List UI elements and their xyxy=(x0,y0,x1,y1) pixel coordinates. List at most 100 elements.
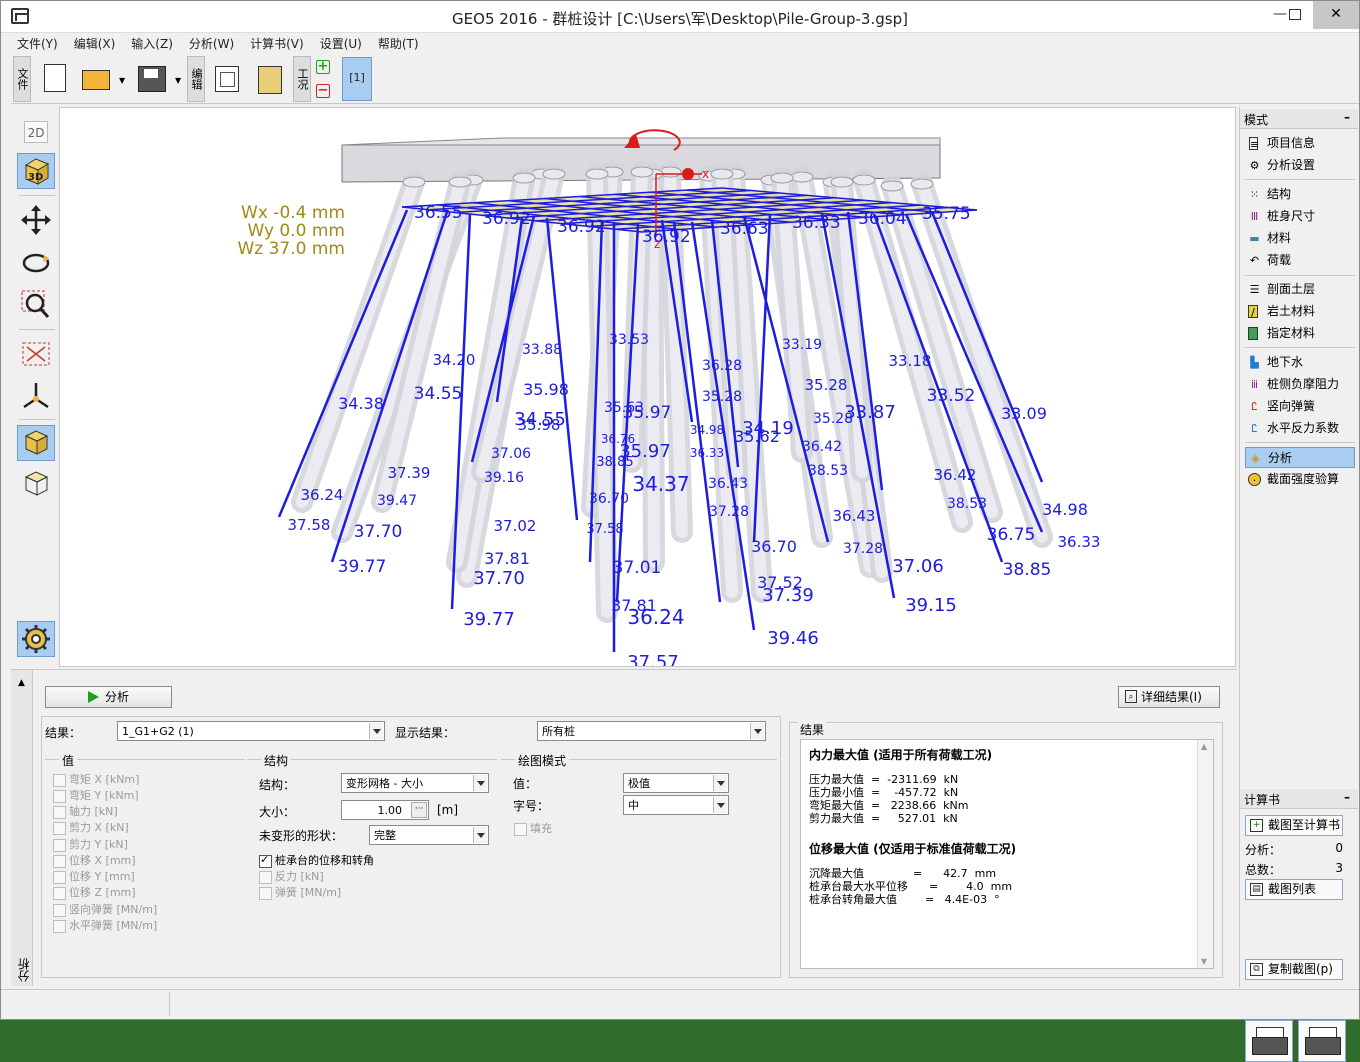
stage-tab-1[interactable]: [1] xyxy=(342,57,372,101)
mode-soils[interactable]: / 岩土材料 xyxy=(1245,301,1355,322)
menu-report[interactable]: 计算书(V) xyxy=(242,33,312,52)
mode-horizontal-modulus[interactable]: Ꮭ 水平反力系数 xyxy=(1245,418,1355,439)
chk-moment-y[interactable]: 弯矩 Y [kNm] xyxy=(53,789,139,805)
mode-negative-friction[interactable]: ⅲ 桩侧负摩阻力 xyxy=(1245,374,1355,395)
analyze-button[interactable]: 分析 xyxy=(45,686,172,708)
menu-analysis[interactable]: 分析(W) xyxy=(181,33,242,52)
scroll-down-icon[interactable]: ▼ xyxy=(1201,957,1207,966)
solid-view-button[interactable] xyxy=(17,425,55,461)
3d-viewport[interactable]: x z Wx -0.4 mm Wy 0.0 mm Wz 37.0 mm 36.55 36.9… xyxy=(59,107,1236,667)
chk-shear-x[interactable]: 剪力 X [kN] xyxy=(53,821,129,837)
results-scrollbar[interactable]: ▲ ▼ xyxy=(1197,740,1213,968)
chk-spring[interactable]: 弹簧 [MN/m] xyxy=(259,886,341,902)
chk-disp-z[interactable]: 位移 Z [mm] xyxy=(53,886,136,902)
displacement-label: Wx -0.4 mm xyxy=(241,203,345,223)
maximize-button[interactable] xyxy=(1283,1,1307,29)
pan-button[interactable] xyxy=(17,203,55,239)
mode-assign-label: 指定材料 xyxy=(1267,326,1316,340)
menu-edit[interactable]: 编辑(X) xyxy=(66,33,124,52)
copy-icon xyxy=(215,66,239,92)
chk-shear-y[interactable]: 剪力 Y [kN] xyxy=(53,838,128,854)
mode-profile[interactable]: ☰ 剖面土层 xyxy=(1245,279,1355,300)
font-size-select[interactable]: 中 xyxy=(623,795,729,815)
pile-head xyxy=(710,168,734,180)
open-dropdown-icon[interactable]: ▼ xyxy=(119,76,125,85)
size-picker-icon[interactable]: ··· xyxy=(411,802,427,818)
mode-material-label: 材料 xyxy=(1267,231,1292,245)
shape-select[interactable]: 完整 xyxy=(369,825,489,845)
mode-assign[interactable]: 指定材料 xyxy=(1245,323,1355,344)
pile-value-label: 39.77 xyxy=(338,557,387,577)
mode-settings[interactable]: ⚙ 分析设置 xyxy=(1245,155,1355,176)
values-group-title: 值 xyxy=(59,752,78,769)
pile-head xyxy=(852,174,876,186)
menu-help[interactable]: 帮助(T) xyxy=(370,33,427,52)
menu-file[interactable]: 文件(Y) xyxy=(9,33,66,52)
mode-project[interactable]: ≡ 项目信息 xyxy=(1245,133,1355,154)
menu-settings[interactable]: 设置(U) xyxy=(312,33,370,52)
print-button[interactable] xyxy=(1245,1020,1293,1062)
mode-section-check-label: 截面强度验算 xyxy=(1267,472,1340,486)
mode-water[interactable]: ▙ 地下水 xyxy=(1245,352,1355,373)
wireframe-view-button[interactable] xyxy=(17,467,55,503)
collapse-arrow-icon[interactable]: ▲ xyxy=(18,678,25,688)
view-2d-button[interactable]: 2D xyxy=(24,121,48,143)
pile-group-scene[interactable]: xzWx -0.4 mmWy 0.0 mmWz 37.0 mm36.55 36.9… xyxy=(60,108,1236,667)
add-picture-button[interactable]: + 截图至计算书 xyxy=(1245,815,1343,836)
rotate-button[interactable] xyxy=(17,245,55,281)
detailed-results-button[interactable]: ⌕ 详细结果(I) xyxy=(1118,686,1220,708)
view-settings-button[interactable] xyxy=(17,621,55,657)
axes-button[interactable] xyxy=(17,379,55,415)
chk-reaction[interactable]: 反力 [kN] xyxy=(259,870,324,886)
mode-vertical-springs[interactable]: Ꮭ 竖向弹簧 xyxy=(1245,396,1355,417)
pile-value-label: 38.85 xyxy=(1003,560,1052,580)
add-stage-icon[interactable]: + xyxy=(316,60,330,74)
document-icon: ≡ xyxy=(1249,137,1260,151)
chk-disp-y[interactable]: 位移 Y [mm] xyxy=(53,870,135,886)
chk-moment-x[interactable]: 弯矩 X [kNm] xyxy=(53,773,139,789)
save-dropdown-icon[interactable]: ▼ xyxy=(175,76,181,85)
mode-loads[interactable]: ↶ 荷载 xyxy=(1245,250,1355,271)
mode-analysis[interactable]: ◈ 分析 xyxy=(1245,447,1355,468)
picture-list-button[interactable]: ▤ 截图列表 xyxy=(1245,879,1343,900)
copy-data-button[interactable] xyxy=(211,58,243,98)
close-button[interactable]: ✕ xyxy=(1313,1,1359,29)
zoom-window-button[interactable] xyxy=(17,287,55,323)
open-file-button[interactable] xyxy=(79,58,111,98)
new-file-button[interactable] xyxy=(39,58,71,98)
size-input[interactable]: 1.00 ··· xyxy=(341,800,429,820)
mode-material[interactable]: ▬ 材料 xyxy=(1245,228,1355,249)
display-select[interactable]: 所有桩 xyxy=(537,721,766,741)
print-export-button[interactable] xyxy=(1298,1020,1346,1062)
pile-value-label: 39.77 xyxy=(463,609,515,630)
mode-profile-label: 剖面土层 xyxy=(1267,282,1316,296)
view-3d-button[interactable]: 3D xyxy=(17,153,55,189)
scroll-up-icon[interactable]: ▲ xyxy=(1201,742,1207,751)
save-button[interactable] xyxy=(135,58,167,98)
wire-cube-icon xyxy=(24,471,49,496)
results-text-box[interactable]: 内力最大值 (适用于所有荷载工况) 压力最大值 = -2311.69 kN 压力… xyxy=(800,739,1214,969)
copy-picture-button[interactable]: ⧉ 复制截图(p) xyxy=(1245,959,1343,980)
result-select[interactable]: 1_G1+G2 (1) xyxy=(117,721,385,741)
pile-value-label: 37.02 xyxy=(494,517,537,535)
remove-stage-icon[interactable]: − xyxy=(316,84,330,98)
zoom-extents-button[interactable] xyxy=(17,337,55,373)
chk-cap-displacement[interactable]: 桩承台的位移和转角 xyxy=(259,853,374,870)
chk-horizontal-spring[interactable]: 水平弹簧 [MN/m] xyxy=(53,919,157,935)
mode-structure[interactable]: ⁙ 结构 xyxy=(1245,184,1355,205)
chk-axial[interactable]: 轴力 [kN] xyxy=(53,805,118,821)
pile-value-label: 35.62 xyxy=(734,427,780,446)
separator xyxy=(1245,442,1355,443)
chk-fill[interactable]: 填充 xyxy=(514,822,552,838)
menu-input[interactable]: 输入(Z) xyxy=(123,33,181,52)
chk-vertical-spring[interactable]: 竖向弹簧 [MN/m] xyxy=(53,903,157,919)
collapse-icon[interactable]: – xyxy=(1344,110,1350,124)
paste-data-button[interactable] xyxy=(253,58,285,98)
draw-value-select[interactable]: 极值 xyxy=(623,773,729,793)
structure-select[interactable]: 变形网格 - 大小 xyxy=(341,773,489,793)
mode-section-check[interactable]: · 截面强度验算 xyxy=(1245,469,1355,490)
collapse-icon[interactable]: – xyxy=(1344,790,1350,804)
chk-disp-x[interactable]: 位移 X [mm] xyxy=(53,854,136,870)
analysis-side-tab[interactable]: ▲ 分析 xyxy=(11,670,33,986)
mode-pile-size[interactable]: Ⅲ 桩身尺寸 xyxy=(1245,206,1355,227)
